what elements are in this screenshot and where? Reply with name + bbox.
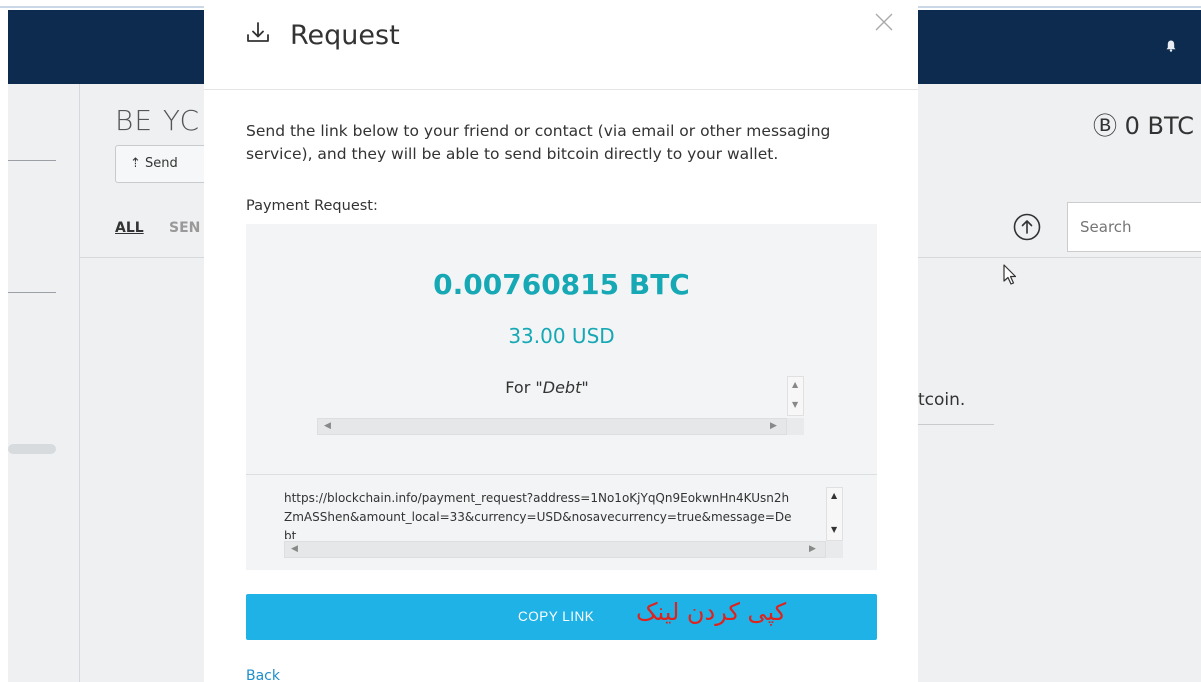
request-modal: Request Send the link below to your frie… xyxy=(204,0,918,682)
empty-state-text: tcoin. xyxy=(918,390,966,410)
wallet-title: BE YC xyxy=(115,104,201,137)
empty-state-divider xyxy=(918,424,994,425)
link-vertical-scrollbar[interactable]: ▲ ▼ xyxy=(826,487,843,541)
wallet-balance: Ⓑ 0 BTC xyxy=(1093,112,1195,140)
usd-amount: 33.00 USD xyxy=(508,324,615,348)
sidebar xyxy=(8,84,80,682)
download-icon xyxy=(245,20,271,46)
send-button-label: Send xyxy=(145,156,178,171)
modal-title: Request xyxy=(290,20,400,51)
memo-prefix: For xyxy=(505,378,531,397)
scroll-left-icon[interactable]: ◀ xyxy=(324,421,331,431)
modal-header: Request xyxy=(204,0,918,90)
scroll-up-icon[interactable]: ▲ xyxy=(831,492,837,500)
sidebar-divider xyxy=(8,160,56,161)
close-icon[interactable] xyxy=(874,12,894,32)
memo-textarea[interactable]: For "Debt" xyxy=(317,370,777,416)
memo-value: "Debt" xyxy=(535,378,589,397)
sidebar-item[interactable] xyxy=(8,444,56,454)
payment-request-panel: 0.00760815 BTC 33.00 USD For "Debt" ▲ ▼ … xyxy=(246,224,877,474)
copy-link-button[interactable]: COPY LINK کپی کردن لینک xyxy=(246,594,877,640)
request-instructions: Send the link below to your friend or co… xyxy=(246,122,831,163)
memo-vertical-scrollbar[interactable]: ▲ ▼ xyxy=(787,376,804,416)
scroll-right-icon[interactable]: ▶ xyxy=(809,544,816,554)
link-horizontal-scrollbar[interactable]: ◀ ▶ xyxy=(284,541,826,558)
payment-request-label: Payment Request: xyxy=(246,198,378,214)
scroll-corner xyxy=(826,541,843,558)
scroll-down-icon[interactable]: ▼ xyxy=(792,401,798,409)
scroll-down-icon[interactable]: ▼ xyxy=(831,526,837,534)
back-link[interactable]: Back xyxy=(246,668,280,682)
copy-link-label: COPY LINK xyxy=(518,609,595,624)
tab-sent[interactable]: SEN xyxy=(169,220,200,236)
export-icon[interactable] xyxy=(1012,212,1042,242)
send-icon: ⇡ xyxy=(130,156,141,171)
payment-link-panel: https://blockchain.info/payment_request?… xyxy=(246,474,877,570)
scroll-left-icon[interactable]: ◀ xyxy=(291,544,298,554)
window-left-edge xyxy=(0,10,8,682)
tab-all[interactable]: ALL xyxy=(115,220,144,236)
scroll-corner xyxy=(787,418,804,435)
scroll-right-icon[interactable]: ▶ xyxy=(770,421,777,431)
memo-horizontal-scrollbar[interactable]: ◀ ▶ xyxy=(317,418,787,435)
payment-link-textarea[interactable]: https://blockchain.info/payment_request?… xyxy=(284,489,794,539)
btc-amount: 0.00760815 BTC xyxy=(433,268,690,301)
sidebar-divider xyxy=(8,292,56,293)
cursor-icon xyxy=(1003,264,1017,286)
copy-link-annotation: کپی کردن لینک xyxy=(636,598,787,626)
search-input[interactable] xyxy=(1067,202,1201,252)
scroll-up-icon[interactable]: ▲ xyxy=(792,381,798,389)
bell-icon[interactable] xyxy=(1166,40,1176,52)
